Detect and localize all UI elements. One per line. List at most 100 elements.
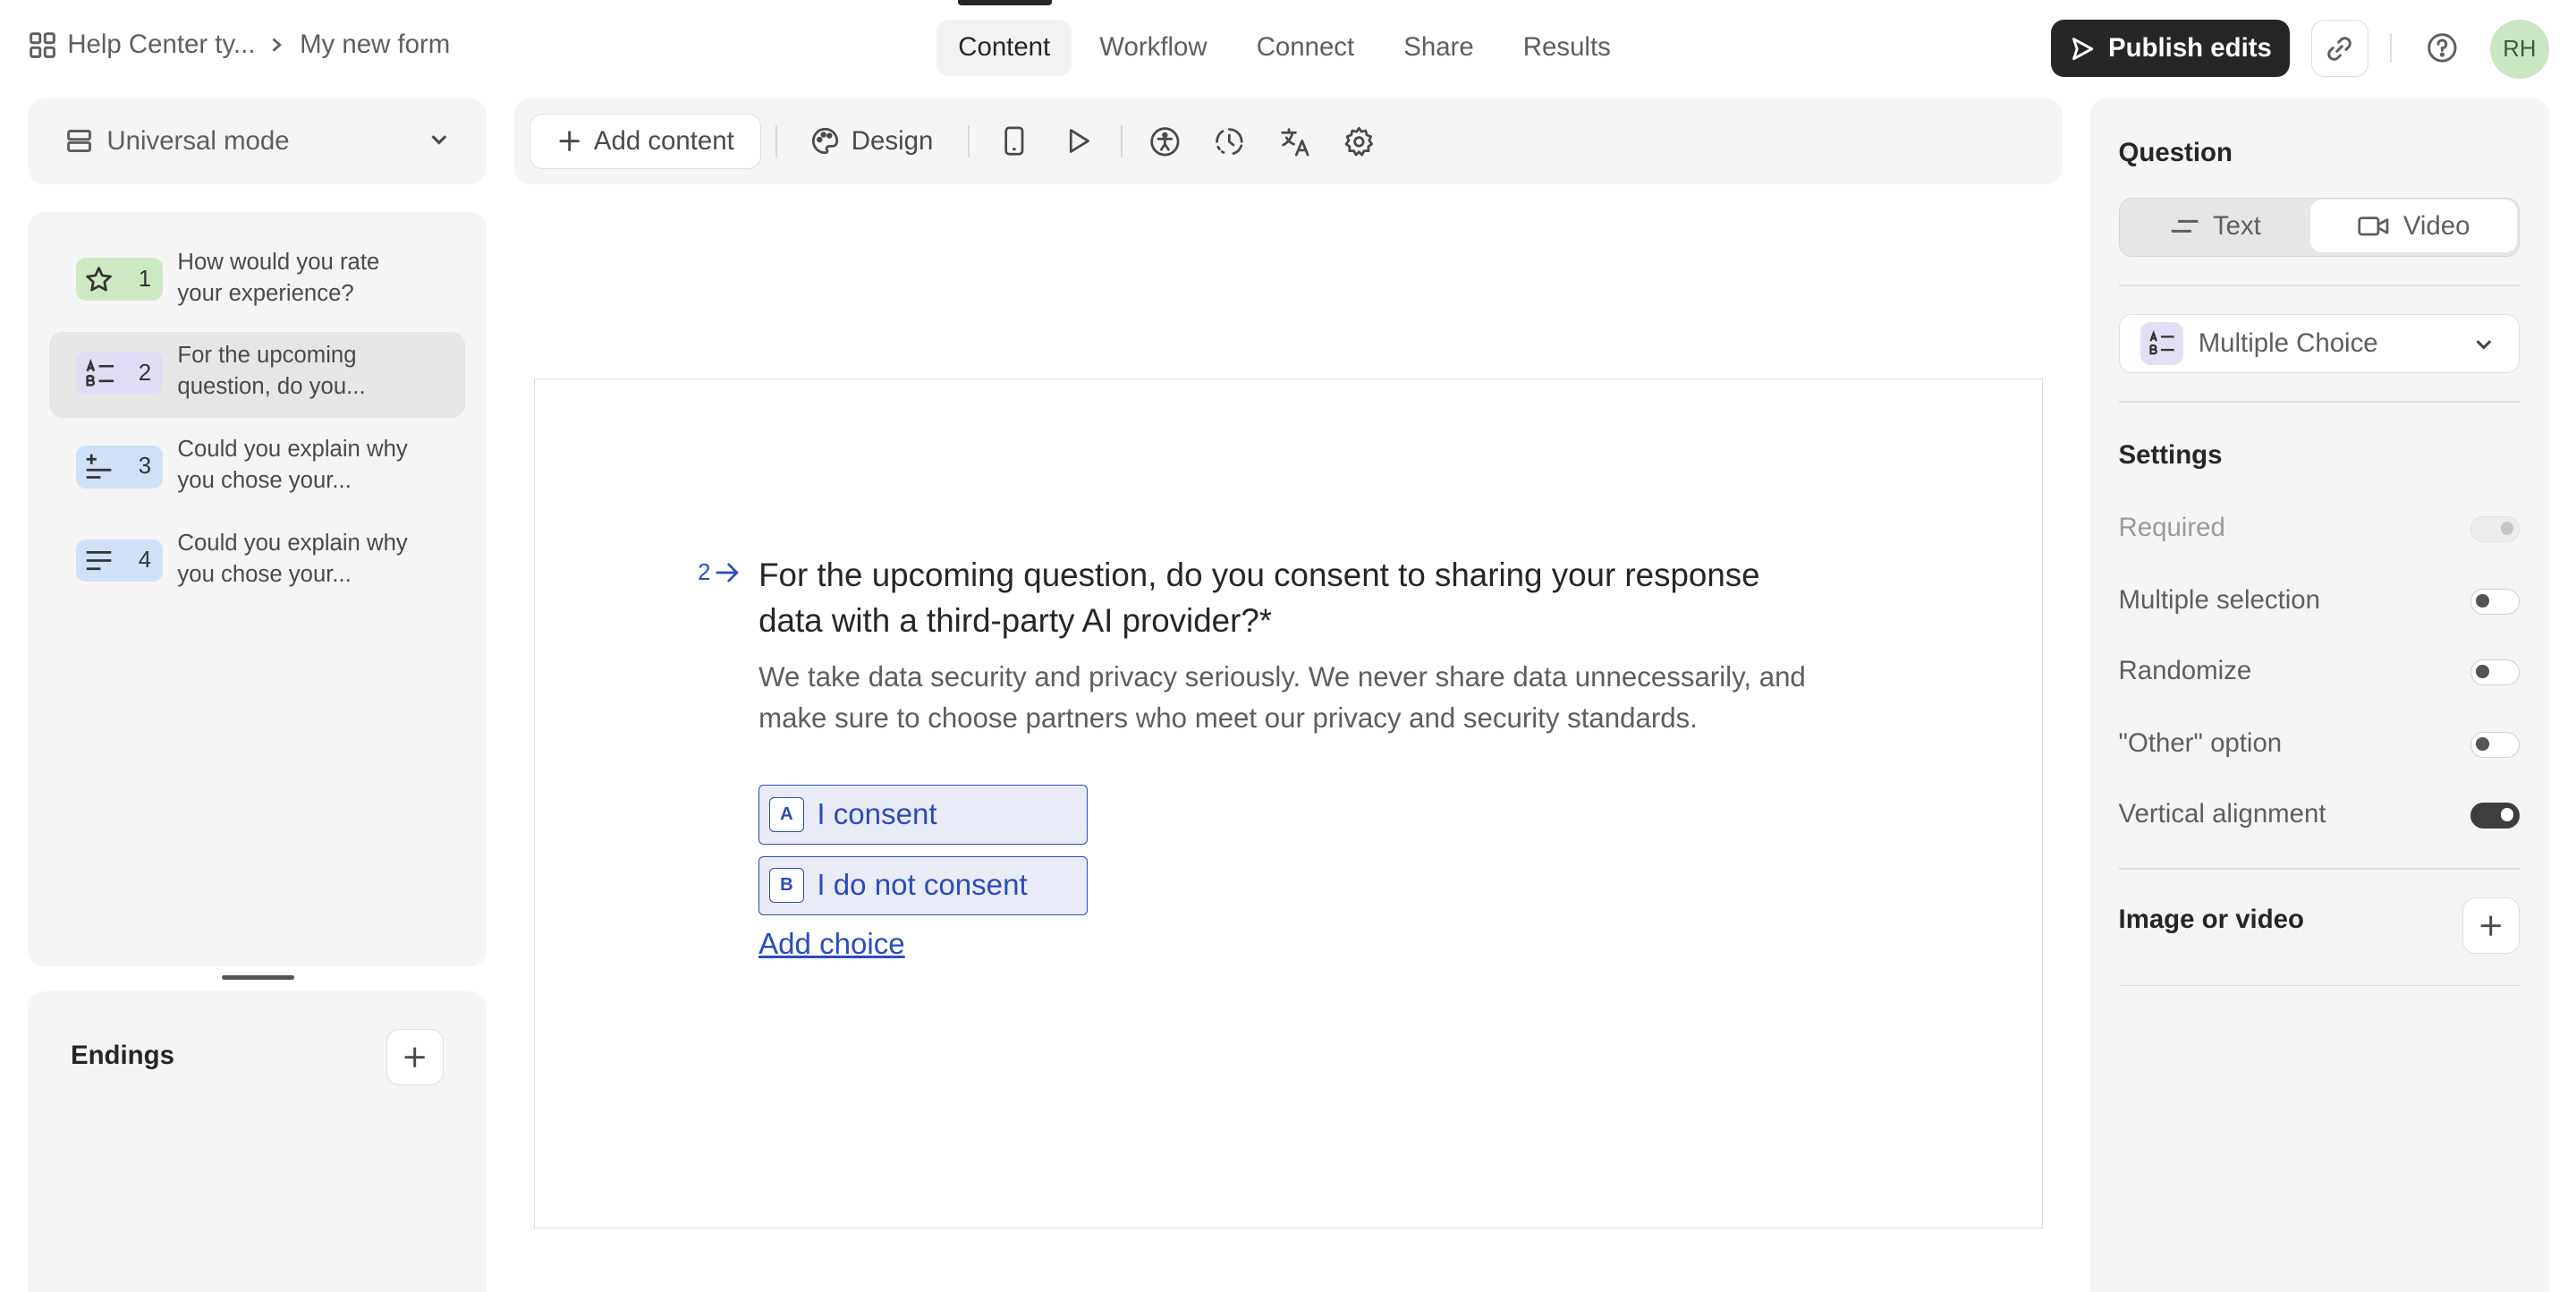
- tab-workflow[interactable]: Workflow: [1078, 20, 1228, 75]
- layout-icon: [66, 130, 91, 153]
- workspace-link[interactable]: Help Center ty...: [67, 30, 255, 60]
- add-ending-button[interactable]: [386, 1029, 445, 1085]
- setting-label: Randomize: [2118, 655, 2252, 685]
- design-button[interactable]: Design: [810, 114, 933, 169]
- opinion-scale-icon: [86, 455, 111, 480]
- panel-divider: [2118, 284, 2520, 286]
- panel-divider: [2118, 401, 2520, 404]
- question-badge: 2: [75, 352, 163, 395]
- choice-a[interactable]: A I consent: [758, 785, 1088, 845]
- other-option-toggle[interactable]: [2470, 731, 2520, 759]
- tab-content[interactable]: Content: [936, 20, 1072, 76]
- settings-gear-icon[interactable]: [1343, 125, 1376, 158]
- add-content-label: Add content: [593, 126, 734, 157]
- chevron-down-icon: [2476, 340, 2492, 350]
- setting-label: Vertical alignment: [2118, 798, 2326, 829]
- question-badge: 1: [75, 258, 163, 302]
- add-content-button[interactable]: Add content: [529, 113, 761, 170]
- setting-randomize: Randomize: [2119, 651, 2520, 691]
- settings-title: Settings: [2118, 440, 2223, 471]
- text-lines-icon: [2172, 219, 2199, 233]
- main-tabs: Content Workflow Connect Share Results: [936, 20, 1639, 76]
- video-option-label: Video: [2402, 210, 2470, 241]
- required-toggle[interactable]: [2470, 515, 2520, 543]
- copy-link-button[interactable]: [2310, 20, 2368, 78]
- question-item-2[interactable]: 2 For the upcoming question, do you...: [49, 332, 466, 418]
- plus-icon: [404, 1047, 425, 1067]
- apps-grid-icon[interactable]: [28, 30, 57, 60]
- setting-label: Required: [2118, 512, 2225, 542]
- question-text: How would you rate your experience?: [177, 249, 380, 306]
- add-media-button[interactable]: [2462, 897, 2520, 954]
- chevron-down-icon: [431, 135, 447, 146]
- question-list: 1 How would you rate your experience? 2 …: [28, 212, 487, 967]
- form-name[interactable]: My new form: [300, 30, 450, 60]
- image-or-video-label: Image or video: [2118, 904, 2304, 934]
- setting-label: Multiple selection: [2118, 584, 2320, 615]
- logic-icon[interactable]: [1213, 125, 1246, 158]
- panel-divider: [2118, 984, 2520, 987]
- translate-icon[interactable]: [1279, 125, 1312, 158]
- setting-required: Required: [2119, 508, 2520, 548]
- mode-selector[interactable]: Universal mode: [28, 98, 487, 184]
- tab-connect[interactable]: Connect: [1235, 20, 1376, 75]
- choice-key: B: [769, 868, 804, 903]
- mode-label: Universal mode: [106, 126, 290, 157]
- design-label: Design: [851, 126, 934, 157]
- choice-key: A: [769, 797, 804, 832]
- question-number: 3: [138, 454, 152, 480]
- vertical-alignment-toggle[interactable]: [2470, 802, 2520, 829]
- question-item-4[interactable]: 4 Could you explain why you chose your..…: [49, 520, 465, 606]
- video-camera-icon: [2358, 217, 2389, 236]
- form-canvas: 2 For the upcoming question, do you cons…: [534, 378, 2043, 1228]
- setting-other-option: "Other" option: [2119, 724, 2520, 763]
- play-preview-icon[interactable]: [1062, 125, 1095, 158]
- accessibility-icon[interactable]: [1148, 125, 1182, 158]
- add-choice-link[interactable]: Add choice: [758, 928, 905, 962]
- choice-b[interactable]: B I do not consent: [758, 855, 1088, 915]
- multiple-choice-icon: [2149, 330, 2174, 355]
- arrow-right-icon: [716, 563, 739, 582]
- tab-share[interactable]: Share: [1382, 20, 1495, 75]
- plus-icon: [2480, 915, 2501, 936]
- endings-label: Endings: [71, 1041, 174, 1071]
- question-description[interactable]: We take data security and privacy seriou…: [758, 657, 1826, 739]
- question-type-label: Multiple Choice: [2198, 328, 2378, 359]
- publish-button[interactable]: Publish edits: [2051, 20, 2290, 78]
- help-button[interactable]: [2422, 28, 2462, 67]
- endings-section: Endings: [28, 991, 487, 1292]
- setting-multiple-selection: Multiple selection: [2119, 581, 2520, 620]
- question-number-indicator: 2: [698, 560, 739, 586]
- plus-icon: [559, 131, 580, 152]
- panel-title: Question: [2118, 138, 2233, 168]
- setting-vertical-alignment: Vertical alignment: [2119, 795, 2520, 834]
- video-format-option[interactable]: Video: [2309, 200, 2518, 253]
- star-icon: [85, 267, 112, 292]
- panel-resize-handle[interactable]: [222, 974, 294, 981]
- publish-label: Publish edits: [2107, 33, 2272, 64]
- question-type-select[interactable]: Multiple Choice: [2118, 313, 2520, 374]
- question-number: 1: [138, 266, 152, 292]
- avatar[interactable]: RH: [2489, 20, 2549, 80]
- choice-label: I do not consent: [817, 868, 1028, 902]
- randomize-toggle[interactable]: [2470, 659, 2520, 686]
- mobile-preview-icon[interactable]: [997, 125, 1030, 158]
- question-badge: 4: [75, 539, 163, 582]
- question-format-toggle: Text Video: [2118, 197, 2520, 257]
- top-bar: Help Center ty... My new form Content Wo…: [0, 0, 2575, 96]
- help-icon: [2428, 33, 2457, 63]
- question-item-1[interactable]: 1 How would you rate your experience?: [49, 238, 465, 324]
- question-text: Could you explain why you chose your...: [177, 437, 408, 493]
- active-tab-indicator: [958, 0, 1052, 5]
- send-icon: [2072, 37, 2094, 60]
- tab-results[interactable]: Results: [1502, 20, 1632, 75]
- text-format-option[interactable]: Text: [2121, 200, 2309, 252]
- setting-label: "Other" option: [2118, 727, 2283, 758]
- multiple-selection-toggle[interactable]: [2470, 588, 2520, 616]
- question-title[interactable]: For the upcoming question, do you consen…: [758, 552, 1810, 644]
- long-text-icon: [86, 550, 111, 571]
- question-item-3[interactable]: 3 Could you explain why you chose your..…: [49, 426, 465, 512]
- question-settings-panel: Question Text Video Multiple Choice Sett…: [2090, 98, 2549, 1292]
- multiple-choice-icon: [86, 358, 114, 387]
- question-number-label: 2: [698, 559, 711, 585]
